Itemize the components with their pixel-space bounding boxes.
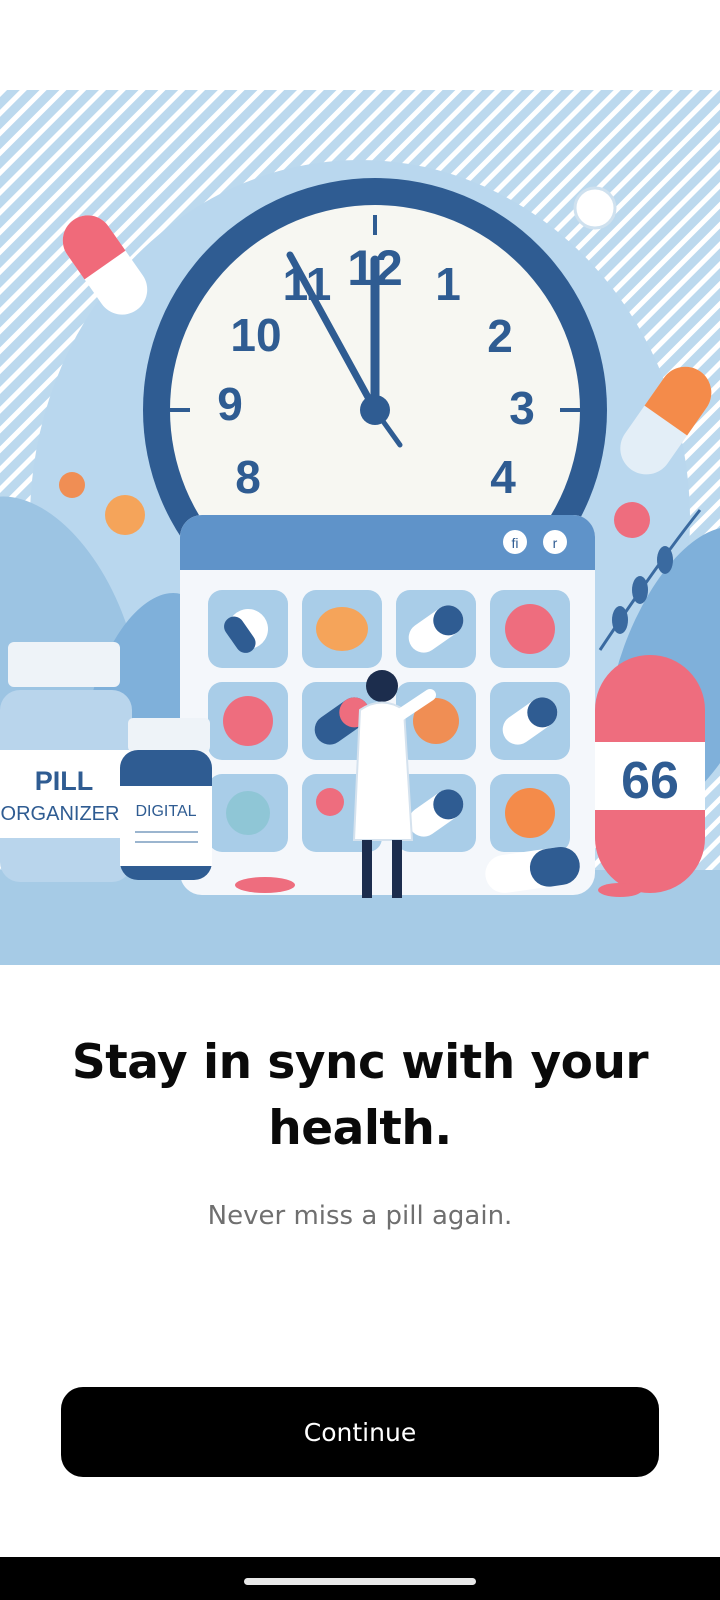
clock-numeral-10: 10	[230, 309, 281, 361]
pill-bottle-digital: DIGITAL	[120, 718, 212, 880]
clock-numeral-9: 9	[217, 378, 243, 430]
calendar-icon-b: r	[553, 535, 558, 551]
bottle-label-digital: DIGITAL	[135, 803, 196, 820]
bottle-label-pill: PILL	[35, 766, 94, 796]
home-indicator[interactable]	[244, 1578, 476, 1585]
onboarding-subtitle: Never miss a pill again.	[207, 1201, 513, 1231]
calendar-icon-a: fi	[512, 535, 519, 551]
clock-numeral-1: 1	[435, 258, 461, 310]
onboarding-headline: Stay in sync with your health.	[71, 1035, 649, 1156]
capsule-number: 66	[621, 752, 679, 810]
clock-numeral-3: 3	[509, 382, 535, 434]
continue-button[interactable]: Continue	[61, 1387, 659, 1477]
clock-numeral-2: 2	[487, 310, 513, 362]
hero-illustration: 12 1 2 3 4 8 9 10 11	[0, 90, 720, 965]
capsule-66: 66	[595, 655, 705, 893]
clock-numeral-4: 4	[490, 451, 516, 503]
clock-numeral-8: 8	[235, 451, 261, 503]
bottle-label-organizer: ORGANIZER	[1, 803, 120, 825]
pill-bottle-left: PILL ORGANIZER	[0, 642, 132, 882]
